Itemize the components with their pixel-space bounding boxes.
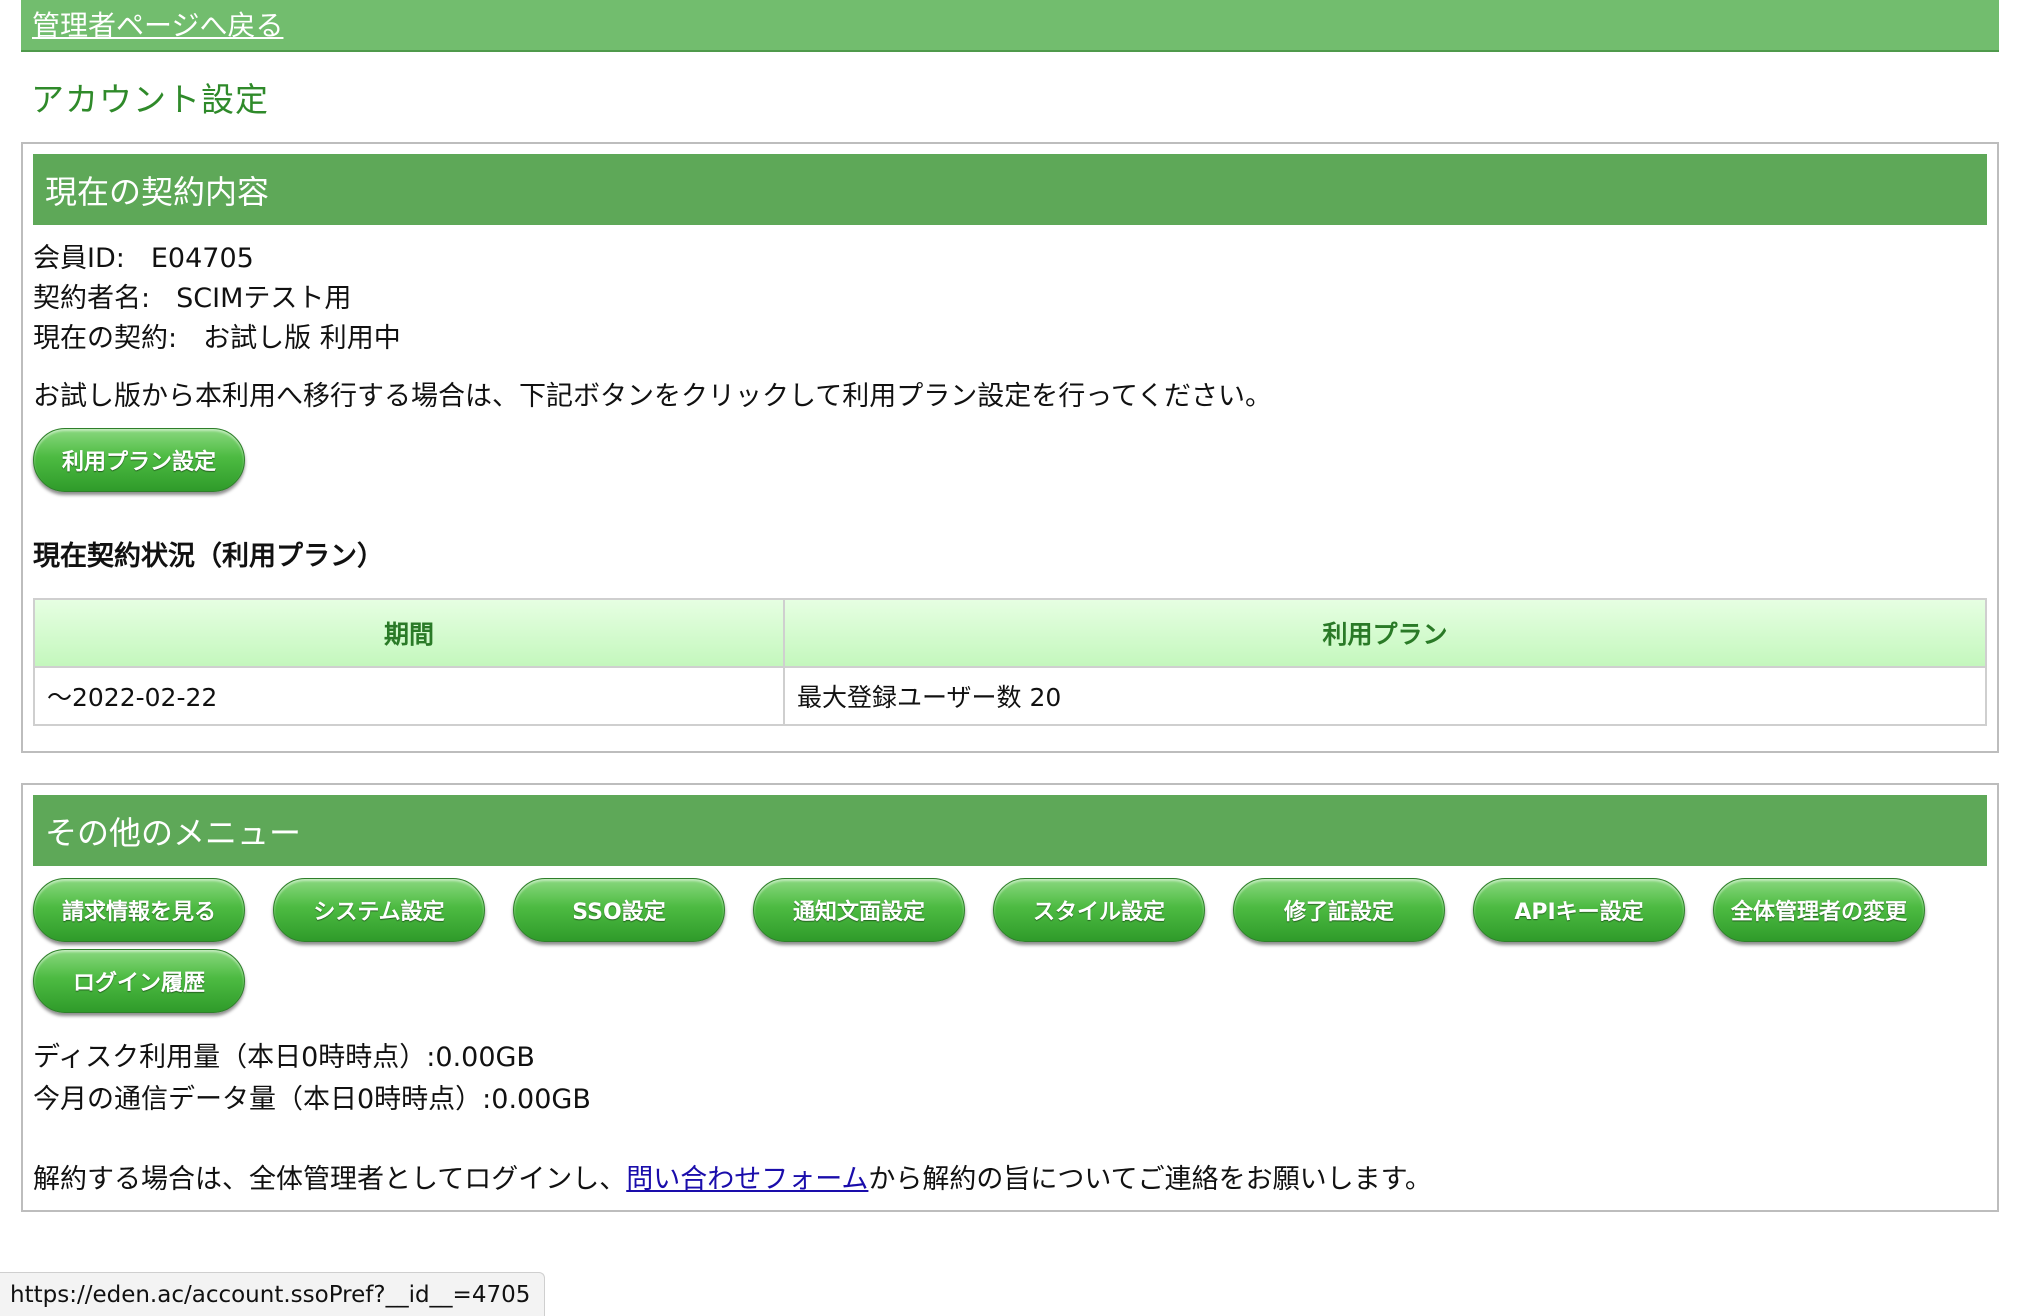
contract-panel-header: 現在の契約内容 <box>33 154 1987 225</box>
current-contract-value: お試し版 利用中 <box>203 323 401 354</box>
other-menu-header: その他のメニュー <box>33 795 1987 866</box>
plan-cell: 最大登録ユーザー数 20 <box>783 666 1987 726</box>
system-settings-button[interactable]: システム設定 <box>273 878 485 942</box>
plan-table: 期間 利用プラン ～2022-02-22 最大登録ユーザー数 20 <box>33 598 1987 726</box>
plan-table-header-row: 期間 利用プラン <box>33 598 1987 668</box>
contractor-label: 契約者名: <box>33 283 151 314</box>
change-admin-button[interactable]: 全体管理者の変更 <box>1713 878 1925 942</box>
contact-form-link[interactable]: 問い合わせフォーム <box>626 1164 868 1195</box>
page-title: アカウント設定 <box>31 80 269 119</box>
member-id-value: E04705 <box>150 243 254 274</box>
account-settings-page: 管理者ページへ戻る アカウント設定 現在の契約内容 会員ID: E04705 契約… <box>0 0 2020 1316</box>
contract-status-heading: 現在契約状況（利用プラン） <box>33 541 384 572</box>
cancel-instruction: 解約する場合は、全体管理者としてログインし、問い合わせフォームから解約の旨につい… <box>33 1157 1432 1196</box>
disk-usage-text: ディスク利用量（本日0時時点）:0.00GB <box>33 1042 535 1073</box>
sso-settings-button[interactable]: SSO設定 <box>513 878 725 942</box>
current-contract-label: 現在の契約: <box>33 323 178 354</box>
cancel-text-prefix: 解約する場合は、全体管理者としてログインし、 <box>33 1164 627 1195</box>
certificate-settings-button[interactable]: 修了証設定 <box>1233 878 1445 942</box>
status-bar-url: https://eden.ac/account.ssoPref?__id__=4… <box>0 1272 546 1316</box>
contractor-row: 契約者名: SCIMテスト用 <box>33 276 351 315</box>
other-menu-panel: その他のメニュー 請求情報を見る システム設定 SSO設定 通知文面設定 スタイ… <box>21 783 1999 1212</box>
plan-column-header: 利用プラン <box>783 598 1987 668</box>
period-column-header: 期間 <box>33 598 785 668</box>
member-id-label: 会員ID: <box>33 243 125 274</box>
migrate-instruction: お試し版から本利用へ移行する場合は、下記ボタンをクリックして利用プラン設定を行っ… <box>33 381 1273 412</box>
style-settings-button[interactable]: スタイル設定 <box>993 878 1205 942</box>
top-nav-bar: 管理者ページへ戻る <box>21 0 1999 52</box>
traffic-usage-text: 今月の通信データ量（本日0時時点）:0.00GB <box>33 1084 591 1115</box>
period-cell: ～2022-02-22 <box>33 666 785 726</box>
billing-info-button[interactable]: 請求情報を見る <box>33 878 245 942</box>
back-to-admin-link[interactable]: 管理者ページへ戻る <box>32 4 283 44</box>
plan-settings-button[interactable]: 利用プラン設定 <box>33 428 245 492</box>
current-contract-row: 現在の契約: お試し版 利用中 <box>33 316 401 355</box>
table-row: ～2022-02-22 最大登録ユーザー数 20 <box>33 666 1987 726</box>
cancel-text-suffix: から解約の旨についてご連絡をお願いします。 <box>868 1164 1432 1195</box>
contract-panel: 現在の契約内容 会員ID: E04705 契約者名: SCIMテスト用 現在の契約:… <box>21 142 1999 753</box>
api-key-settings-button[interactable]: APIキー設定 <box>1473 878 1685 942</box>
member-id-row: 会員ID: E04705 <box>33 236 254 275</box>
notification-text-button[interactable]: 通知文面設定 <box>753 878 965 942</box>
contractor-value: SCIMテスト用 <box>176 283 352 314</box>
login-history-button[interactable]: ログイン履歴 <box>33 949 245 1013</box>
